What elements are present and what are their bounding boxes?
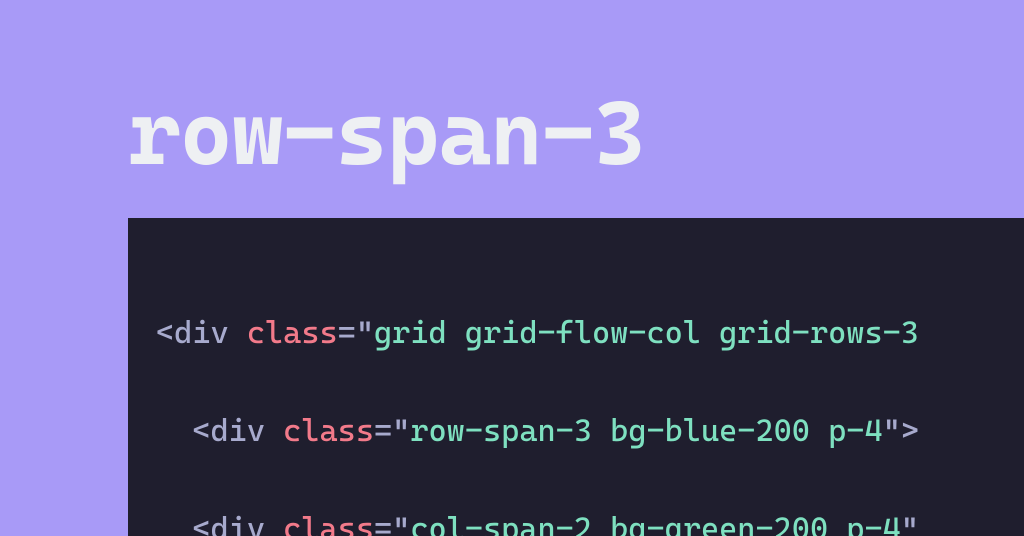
code-line-1: <div class="grid grid-flow-col grid-rows… [156, 309, 996, 358]
code-line-3: <div class="col-span-2 bg-green-200 p-4" [156, 505, 996, 536]
page-title: row-span-3 [128, 82, 645, 186]
code-line-2: <div class="row-span-3 bg-blue-200 p-4"> [156, 407, 996, 456]
code-block: <div class="grid grid-flow-col grid-rows… [128, 218, 1024, 536]
